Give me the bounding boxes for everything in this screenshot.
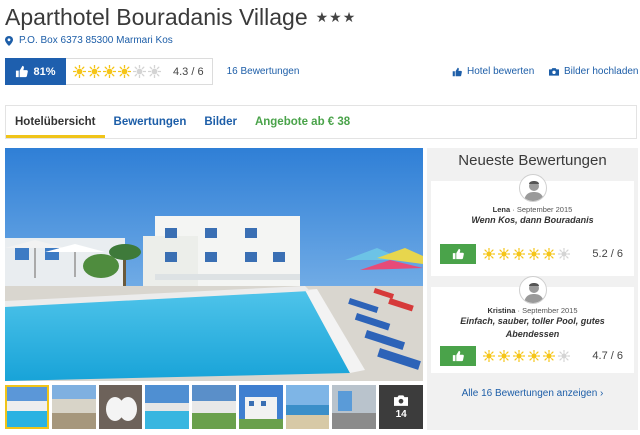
sun-filled-icon — [483, 248, 495, 260]
review-date: September 2015 — [516, 205, 573, 214]
thumbs-up-icon — [452, 350, 464, 362]
tab-photos[interactable]: Bilder — [195, 106, 246, 138]
review-rating: 5.2 / 6 — [440, 244, 626, 264]
sun-filled-icon — [498, 248, 510, 260]
sun-filled-icon — [103, 65, 116, 78]
sun-filled-icon — [118, 65, 131, 78]
address-text[interactable]: P.O. Box 6373 85300 Marmari Kos — [19, 35, 173, 46]
sun-filled-icon — [543, 350, 555, 362]
hotel-name: Aparthotel Bouradanis Village — [5, 4, 308, 30]
review-sun-icons — [483, 248, 570, 260]
pool-thumbnail-image — [5, 385, 49, 429]
photo-thumbnail[interactable] — [98, 385, 143, 429]
thumbs-up-icon — [16, 65, 29, 78]
review-rating: 4.7 / 6 — [440, 346, 626, 366]
rating-bar: 81% 4.3 / 6 16 Bewertungen Hotel bewerte… — [5, 58, 639, 85]
upload-photos-button[interactable]: Bilder hochladen — [549, 66, 639, 77]
pool-area-thumbnail-image — [145, 385, 190, 429]
sun-empty-icon — [148, 65, 161, 78]
review-score: 5.2 / 6 — [592, 248, 623, 260]
review-sun-icons — [483, 350, 570, 362]
sun-filled-icon — [73, 65, 86, 78]
sun-filled-icon — [513, 350, 525, 362]
review-author: Kristina — [487, 306, 516, 315]
recommend-badge — [440, 244, 476, 264]
photo-thumbnail[interactable] — [145, 385, 190, 429]
thumbs-up-icon — [452, 248, 464, 260]
latest-reviews-heading: Neueste Bewertungen — [458, 152, 607, 169]
photo-thumbnail[interactable] — [192, 385, 236, 429]
sun-filled-icon — [528, 350, 540, 362]
sun-filled-icon — [528, 248, 540, 260]
hotel-title-row: Aparthotel Bouradanis Village ★★★ — [5, 4, 356, 31]
rating-score: 4.3 / 6 — [173, 65, 204, 78]
apartments-thumbnail-image — [238, 385, 283, 429]
review-card[interactable]: Lena · September 2015 Wenn Kos, dann Bou… — [431, 174, 634, 276]
sun-rating-icons — [73, 65, 161, 78]
recommendation-percent: 81% — [33, 65, 56, 78]
interior-thumbnail-image — [332, 385, 377, 429]
photo-thumbnail[interactable] — [51, 385, 96, 429]
towel-swans-thumbnail-image — [98, 385, 143, 429]
tab-hotel-overview[interactable]: Hotelübersicht — [6, 106, 105, 138]
user-avatar-icon — [518, 276, 547, 304]
review-card[interactable]: Kristina · September 2015 Einfach, saube… — [431, 276, 634, 373]
recommend-badge — [440, 346, 476, 366]
hotel-star-rating: ★★★ — [315, 9, 357, 25]
hotel-tabs: Hotelübersicht Bewertungen Bilder Angebo… — [5, 105, 637, 139]
rate-hotel-button[interactable]: Hotel bewerten — [452, 66, 534, 77]
sun-filled-icon — [88, 65, 101, 78]
all-reviews-link[interactable]: Alle 16 Bewertungen anzeigen › — [427, 388, 638, 399]
main-hotel-photo[interactable] — [5, 148, 423, 381]
upload-photos-label[interactable]: Bilder hochladen — [564, 66, 639, 77]
photo-thumbnail[interactable] — [5, 385, 49, 429]
review-count-link[interactable]: 16 Bewertungen — [227, 66, 300, 77]
more-photos-count: 14 — [395, 409, 407, 420]
photo-thumbnail[interactable] — [285, 385, 330, 429]
sun-empty-icon — [558, 350, 570, 362]
sun-rating: 4.3 / 6 — [66, 58, 213, 85]
sun-filled-icon — [483, 350, 495, 362]
camera-icon — [549, 68, 559, 76]
latest-reviews-panel: Neueste Bewertungen Lena · September 201… — [427, 148, 638, 430]
review-score: 4.7 / 6 — [592, 350, 623, 362]
sun-filled-icon — [543, 248, 555, 260]
thumbs-up-icon — [452, 67, 462, 76]
photo-thumbnail[interactable] — [332, 385, 377, 429]
tab-offers[interactable]: Angebote ab € 38 — [246, 106, 359, 138]
review-date: September 2015 — [522, 306, 578, 315]
photo-thumbnails: 14 — [5, 385, 424, 429]
sun-filled-icon — [513, 248, 525, 260]
beach-thumbnail-image — [285, 385, 330, 429]
rate-hotel-label[interactable]: Hotel bewerten — [467, 66, 534, 77]
review-title[interactable]: Einfach, sauber, toller Pool, gutes Aben… — [431, 315, 634, 341]
sun-filled-icon — [498, 350, 510, 362]
tab-reviews[interactable]: Bewertungen — [105, 106, 196, 138]
hotel-address[interactable]: P.O. Box 6373 85300 Marmari Kos — [5, 35, 173, 46]
building-thumbnail-image — [51, 385, 96, 429]
sun-empty-icon — [133, 65, 146, 78]
user-avatar-icon — [518, 174, 547, 202]
more-photos-button[interactable]: 14 — [379, 385, 424, 429]
garden-thumbnail-image — [192, 385, 236, 429]
review-author: Lena — [492, 205, 511, 214]
map-pin-icon — [5, 35, 13, 46]
recommendation-badge: 81% — [5, 58, 66, 85]
review-title[interactable]: Wenn Kos, dann Bouradanis — [431, 214, 634, 227]
sun-empty-icon — [558, 248, 570, 260]
camera-icon — [394, 395, 409, 406]
hotel-pool-image — [5, 148, 423, 381]
photo-thumbnail[interactable] — [238, 385, 283, 429]
